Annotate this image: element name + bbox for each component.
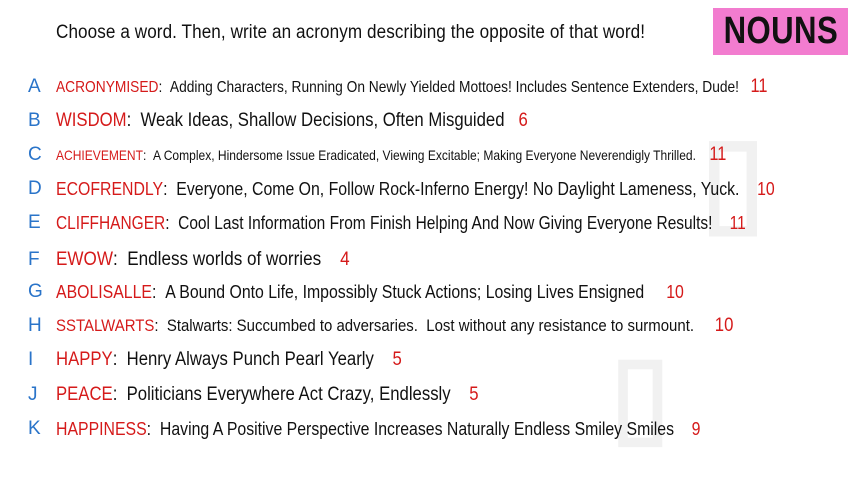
row-letter: F xyxy=(28,249,40,270)
acronym-row-k: K HAPPINESS: Having A Positive Perspecti… xyxy=(0,415,853,443)
row-letter-count: 5 xyxy=(469,384,479,405)
row-definition: A Complex, Hindersome Issue Eradicated, … xyxy=(153,147,696,163)
acronym-row-i: I HAPPY: Henry Always Punch Pearl Yearly… xyxy=(0,346,853,374)
row-content: PEACE: Politicians Everywhere Act Crazy,… xyxy=(56,384,479,405)
row-definition: Stalwarts: Succumbed to adversaries. Los… xyxy=(166,316,695,335)
row-definition: Having A Positive Perspective Increases … xyxy=(159,418,675,439)
row-letter-count: 11 xyxy=(709,144,727,165)
row-content: HAPPINESS: Having A Positive Perspective… xyxy=(56,418,701,439)
acronym-row-c: C ACHIEVEMENT: A Complex, Hindersome Iss… xyxy=(0,141,853,169)
row-content: CLIFFHANGER: Cool Last Information From … xyxy=(56,212,746,233)
row-letter-count: 10 xyxy=(666,281,684,302)
row-letter: B xyxy=(28,110,41,131)
acronym-row-d: D ECOFRENDLY: Everyone, Come On, Follow … xyxy=(0,175,853,203)
category-badge-label: NOUNS xyxy=(723,10,838,52)
row-letter: D xyxy=(28,178,42,199)
row-word: SSTALWARTS xyxy=(56,316,155,335)
row-letter-count: 4 xyxy=(340,249,350,270)
row-content: HAPPY: Henry Always Punch Pearl Yearly 5 xyxy=(56,349,402,370)
row-content: SSTALWARTS: Stalwarts: Succumbed to adve… xyxy=(56,315,734,336)
row-definition: Henry Always Punch Pearl Yearly xyxy=(126,349,374,370)
row-content: EWOW: Endless worlds of worries 4 xyxy=(56,249,350,270)
row-word: HAPPINESS xyxy=(56,418,147,439)
row-word: ABOLISALLE xyxy=(56,281,152,302)
row-letter: A xyxy=(28,76,41,97)
row-letter: J xyxy=(28,384,38,405)
row-letter: I xyxy=(28,349,34,370)
acronym-row-a: A ACRONYMISED: Adding Characters, Runnin… xyxy=(0,73,853,101)
row-letter-count: 6 xyxy=(518,110,528,131)
row-letter-count: 10 xyxy=(714,315,734,336)
row-word: ACRONYMISED xyxy=(56,79,159,96)
row-word: HAPPY xyxy=(56,349,113,370)
row-definition: Weak Ideas, Shallow Decisions, Often Mis… xyxy=(140,110,505,131)
row-word: WISDOM xyxy=(56,110,127,131)
row-content: ABOLISALLE: A Bound Onto Life, Impossibl… xyxy=(56,281,684,302)
row-word: EWOW xyxy=(56,249,113,270)
row-letter-count: 9 xyxy=(691,418,701,439)
row-letter-count: 10 xyxy=(757,178,775,199)
acronym-row-j: J PEACE: Politicians Everywhere Act Craz… xyxy=(0,381,853,409)
row-content: ACRONYMISED: Adding Characters, Running … xyxy=(56,76,768,97)
acronym-row-f: F EWOW: Endless worlds of worries 4 xyxy=(0,246,853,274)
row-definition: Adding Characters, Running On Newly Yiel… xyxy=(169,79,740,96)
instructions-text: Choose a word. Then, write an acronym de… xyxy=(56,22,646,43)
row-content: ACHIEVEMENT: A Complex, Hindersome Issue… xyxy=(56,144,727,165)
category-badge: NOUNS xyxy=(713,8,848,55)
row-letter: E xyxy=(28,212,41,233)
row-word: ACHIEVEMENT xyxy=(56,147,143,163)
acronym-row-h: H SSTALWARTS: Stalwarts: Succumbed to ad… xyxy=(0,312,853,340)
row-letter: C xyxy=(28,144,42,165)
row-word: PEACE xyxy=(56,384,113,405)
row-letter-count: 5 xyxy=(392,349,402,370)
row-definition: A Bound Onto Life, Impossibly Stuck Acti… xyxy=(165,281,645,302)
row-definition: Politicians Everywhere Act Crazy, Endles… xyxy=(126,384,451,405)
row-definition: Endless worlds of worries xyxy=(127,249,322,270)
acronym-row-e: E CLIFFHANGER: Cool Last Information Fro… xyxy=(0,209,853,237)
row-letter: H xyxy=(28,315,42,336)
row-letter-count: 11 xyxy=(729,212,746,233)
row-letter-count: 11 xyxy=(750,76,768,97)
row-letter: K xyxy=(28,418,41,439)
acronym-row-g: G ABOLISALLE: A Bound Onto Life, Impossi… xyxy=(0,278,853,306)
row-letter: G xyxy=(28,281,43,302)
row-word: CLIFFHANGER xyxy=(56,212,166,233)
row-word: ECOFRENDLY xyxy=(56,178,164,199)
row-definition: Cool Last Information From Finish Helpin… xyxy=(178,212,713,233)
row-definition: Everyone, Come On, Follow Rock-Inferno E… xyxy=(176,178,740,199)
acronym-row-b: B WISDOM: Weak Ideas, Shallow Decisions,… xyxy=(0,107,853,135)
row-content: WISDOM: Weak Ideas, Shallow Decisions, O… xyxy=(56,110,528,131)
row-content: ECOFRENDLY: Everyone, Come On, Follow Ro… xyxy=(56,178,775,199)
